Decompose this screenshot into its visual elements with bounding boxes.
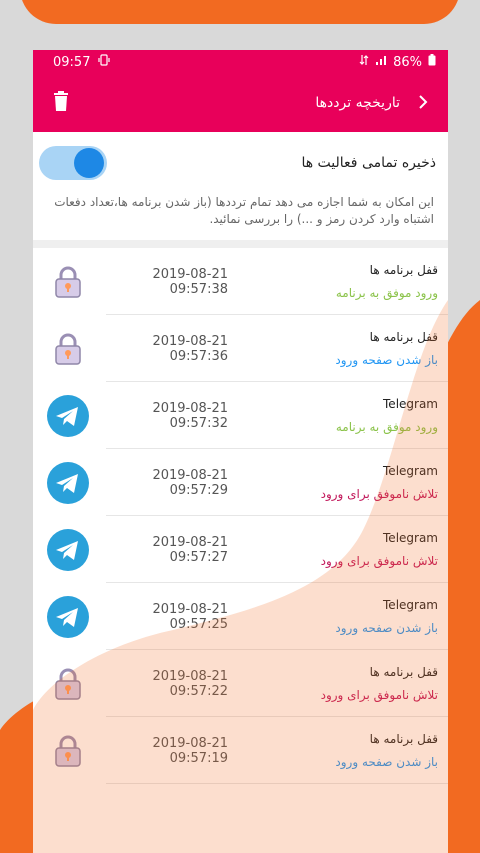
- history-timestamp: 2019-08-21 09:57:19: [152, 735, 228, 766]
- history-timestamp: 2019-08-21 09:57:25: [152, 601, 228, 632]
- lock-icon: [47, 328, 89, 370]
- save-all-label: ذخیره تمامی فعالیت ها: [301, 155, 436, 171]
- history-item[interactable]: Telegram تلاش ناموفق برای ورود 2019-08-2…: [33, 449, 448, 516]
- telegram-icon: [47, 596, 89, 638]
- history-app-name: قفل برنامه ها: [369, 665, 438, 679]
- history-item[interactable]: Telegram باز شدن صفحه ورود 2019-08-21 09…: [33, 583, 448, 650]
- history-status: تلاش ناموفق برای ورود: [320, 554, 438, 568]
- history-timestamp: 2019-08-21 09:57:38: [152, 266, 228, 297]
- battery-text: 86%: [393, 54, 422, 70]
- vibrate-icon: [98, 54, 111, 70]
- history-status: تلاش ناموفق برای ورود: [320, 688, 438, 702]
- status-time: 09:57: [53, 54, 91, 70]
- history-timestamp: 2019-08-21 09:57:32: [152, 400, 228, 431]
- data-transfer-icon: [359, 54, 369, 70]
- history-timestamp: 2019-08-21 09:57:22: [152, 668, 228, 699]
- history-app-name: Telegram: [383, 464, 438, 478]
- chevron-right-icon: [419, 94, 428, 109]
- lock-icon: [47, 261, 89, 303]
- history-item[interactable]: قفل برنامه ها باز شدن صفحه ورود 2019-08-…: [33, 315, 448, 382]
- history-item[interactable]: قفل برنامه ها باز شدن صفحه ورود 2019-08-…: [33, 717, 448, 784]
- history-item[interactable]: قفل برنامه ها ورود موفق به برنامه 2019-0…: [33, 248, 448, 315]
- toggle-knob: [74, 148, 104, 178]
- history-list: قفل برنامه ها ورود موفق به برنامه 2019-0…: [33, 248, 448, 784]
- history-timestamp: 2019-08-21 09:57:36: [152, 333, 228, 364]
- history-status: باز شدن صفحه ورود: [335, 621, 438, 635]
- history-app-name: قفل برنامه ها: [369, 330, 438, 344]
- history-item[interactable]: Telegram ورود موفق به برنامه 2019-08-21 …: [33, 382, 448, 449]
- history-timestamp: 2019-08-21 09:57:27: [152, 534, 228, 565]
- back-button[interactable]: [418, 94, 428, 113]
- history-status: ورود موفق به برنامه: [335, 286, 438, 300]
- history-timestamp: 2019-08-21 09:57:29: [152, 467, 228, 498]
- telegram-icon: [47, 395, 89, 437]
- signal-icon: [375, 54, 387, 70]
- status-bar: 09:57 86%: [33, 50, 448, 74]
- telegram-icon: [47, 529, 89, 571]
- phone-screen: 09:57 86% تاریخچه ترددها ذخیره تمامی فعا…: [33, 50, 448, 853]
- history-item[interactable]: قفل برنامه ها تلاش ناموفق برای ورود 2019…: [33, 650, 448, 717]
- history-app-name: Telegram: [383, 598, 438, 612]
- lock-icon: [47, 730, 89, 772]
- app-bar: تاریخچه ترددها: [33, 74, 448, 132]
- battery-icon: [428, 54, 436, 70]
- divider: [106, 783, 448, 784]
- history-app-name: قفل برنامه ها: [369, 263, 438, 277]
- history-app-name: Telegram: [383, 531, 438, 545]
- save-all-description: این امکان به شما اجازه می دهد تمام تردده…: [54, 195, 434, 226]
- history-status: تلاش ناموفق برای ورود: [320, 487, 438, 501]
- save-all-setting: ذخیره تمامی فعالیت ها این امکان به شما ا…: [33, 132, 448, 248]
- history-app-name: قفل برنامه ها: [369, 732, 438, 746]
- trash-icon: [54, 91, 68, 111]
- page-title: تاریخچه ترددها: [315, 95, 400, 111]
- history-status: باز شدن صفحه ورود: [335, 353, 438, 367]
- history-app-name: Telegram: [383, 397, 438, 411]
- history-item[interactable]: Telegram تلاش ناموفق برای ورود 2019-08-2…: [33, 516, 448, 583]
- telegram-icon: [47, 462, 89, 504]
- history-status: ورود موفق به برنامه: [335, 420, 438, 434]
- delete-history-button[interactable]: [53, 91, 69, 115]
- lock-icon: [47, 663, 89, 705]
- save-all-toggle[interactable]: [39, 146, 107, 180]
- history-status: باز شدن صفحه ورود: [335, 755, 438, 769]
